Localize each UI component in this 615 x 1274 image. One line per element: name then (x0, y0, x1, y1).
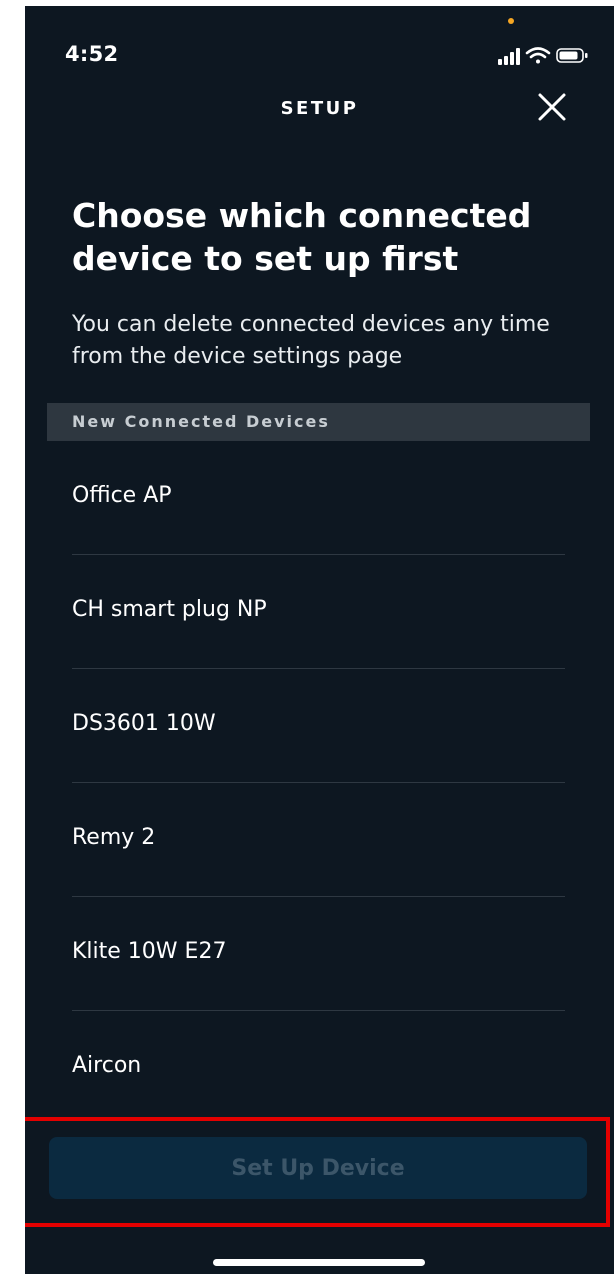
device-list-item[interactable]: DS3601 10W (72, 669, 565, 783)
main-heading: Choose which connected device to set up … (72, 196, 532, 278)
device-label: Remy 2 (72, 825, 156, 850)
home-indicator[interactable] (213, 1259, 425, 1266)
device-label: DS3601 10W (72, 711, 216, 736)
device-list-item[interactable]: CH smart plug NP (72, 555, 565, 669)
device-list-item[interactable]: Remy 2 (72, 783, 565, 897)
device-list-item[interactable]: Office AP (72, 441, 565, 555)
section-header-label: New Connected Devices (72, 412, 330, 431)
page-title: SETUP (280, 98, 359, 119)
battery-icon (556, 48, 588, 63)
recording-indicator-dot (508, 18, 514, 24)
app-screen: 4:52 SETUP Choose which connected device… (25, 6, 614, 1274)
device-list-item[interactable]: Klite 10W E27 (72, 897, 565, 1011)
set-up-device-button[interactable]: Set Up Device (49, 1137, 587, 1199)
close-icon[interactable] (535, 90, 569, 124)
device-label: Office AP (72, 483, 172, 508)
device-label: CH smart plug NP (72, 597, 267, 622)
section-header: New Connected Devices (47, 403, 590, 441)
device-list: Office AP CH smart plug NP DS3601 10W Re… (72, 441, 565, 1125)
description-text: You can delete connected devices any tim… (72, 312, 550, 369)
status-icons (498, 47, 588, 65)
device-list-item[interactable]: Aircon (72, 1011, 565, 1125)
status-time: 4:52 (65, 42, 119, 66)
signal-icon (498, 48, 520, 65)
device-label: Aircon (72, 1053, 142, 1078)
device-label: Klite 10W E27 (72, 939, 227, 964)
wifi-icon (525, 47, 551, 64)
